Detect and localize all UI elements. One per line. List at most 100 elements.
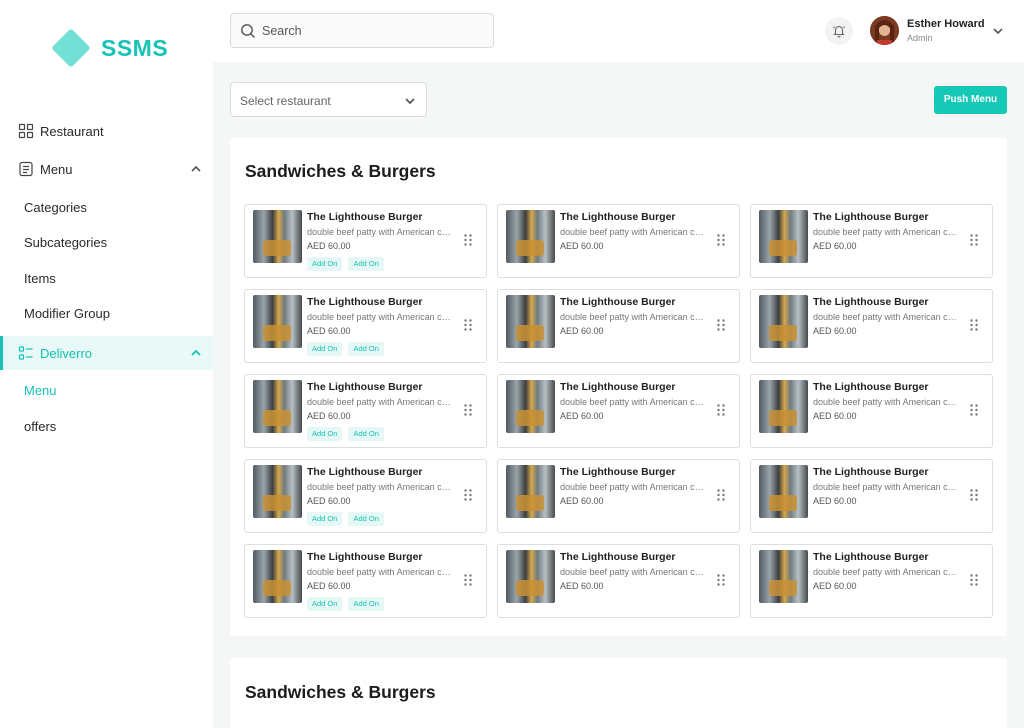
item-description: double beef patty with American cheese xyxy=(307,482,452,492)
menu-item-card[interactable]: The Lighthouse Burger double beef patty … xyxy=(244,374,487,448)
item-price: AED 60.00 xyxy=(307,496,351,506)
menu-item-card[interactable]: The Lighthouse Burger double beef patty … xyxy=(750,544,993,618)
logo-mark-icon xyxy=(51,28,91,68)
add-on-tag[interactable]: Add On xyxy=(348,427,384,441)
drag-handle-icon[interactable] xyxy=(970,404,978,416)
item-price: AED 60.00 xyxy=(307,411,351,421)
sidebar-subitem-items[interactable]: Items xyxy=(24,271,56,286)
add-on-tag[interactable]: Add On xyxy=(307,512,343,526)
list-icon xyxy=(18,346,33,360)
chevron-up-icon[interactable] xyxy=(190,347,202,359)
add-on-tag[interactable]: Add On xyxy=(307,342,343,356)
push-menu-button[interactable]: Push Menu xyxy=(934,86,1007,114)
menu-item-card[interactable]: The Lighthouse Burger double beef patty … xyxy=(497,459,740,533)
item-description: double beef patty with American cheese xyxy=(560,227,705,237)
menu-item-grid: The Lighthouse Burger double beef patty … xyxy=(244,204,993,618)
search-input[interactable]: Search xyxy=(230,13,494,48)
drag-handle-icon[interactable] xyxy=(464,489,472,501)
sidebar-subitem-categories[interactable]: Categories xyxy=(24,200,87,215)
item-title: The Lighthouse Burger xyxy=(560,466,676,478)
menu-section: Sandwiches & Burgers xyxy=(230,658,1007,728)
drag-handle-icon[interactable] xyxy=(464,234,472,246)
avatar[interactable] xyxy=(870,16,899,45)
grid-icon xyxy=(18,123,34,139)
item-title: The Lighthouse Burger xyxy=(560,551,676,563)
drag-handle-icon[interactable] xyxy=(717,234,725,246)
menu-item-card[interactable]: The Lighthouse Burger double beef patty … xyxy=(750,374,993,448)
restaurant-select[interactable]: Select restaurant xyxy=(230,82,427,117)
drag-handle-icon[interactable] xyxy=(970,489,978,501)
logo[interactable]: SSMS xyxy=(51,28,169,68)
item-price: AED 60.00 xyxy=(307,241,351,251)
sidebar-subitem-subcategories[interactable]: Subcategories xyxy=(24,235,107,250)
sidebar-item-label: Menu xyxy=(40,161,73,177)
item-image xyxy=(253,465,302,518)
sidebar-item-restaurant[interactable]: Restaurant xyxy=(0,114,213,148)
add-on-tag[interactable]: Add On xyxy=(348,257,384,271)
chevron-down-icon[interactable] xyxy=(992,25,1004,37)
sidebar-item-label: Deliverro xyxy=(40,345,93,361)
item-image xyxy=(759,295,808,348)
add-on-tag[interactable]: Add On xyxy=(307,427,343,441)
sidebar-item-menu[interactable]: Menu xyxy=(0,152,213,186)
sidebar-subitem-modifier-group[interactable]: Modifier Group xyxy=(24,306,110,321)
menu-item-card[interactable]: The Lighthouse Burger double beef patty … xyxy=(497,374,740,448)
sidebar-item-deliverro[interactable]: Deliverro xyxy=(0,336,213,370)
menu-item-card[interactable]: The Lighthouse Burger double beef patty … xyxy=(244,544,487,618)
item-description: double beef patty with American cheese xyxy=(307,397,452,407)
drag-handle-icon[interactable] xyxy=(464,319,472,331)
chevron-up-icon[interactable] xyxy=(190,163,202,175)
item-tags: Add On Add On xyxy=(307,257,384,271)
active-indicator xyxy=(0,336,3,370)
sidebar-subitem-menu[interactable]: Menu xyxy=(24,383,57,398)
item-description: double beef patty with American cheese xyxy=(813,227,958,237)
item-title: The Lighthouse Burger xyxy=(307,211,423,223)
add-on-tag[interactable]: Add On xyxy=(307,257,343,271)
menu-item-card[interactable]: The Lighthouse Burger double beef patty … xyxy=(497,204,740,278)
item-price: AED 60.00 xyxy=(307,581,351,591)
item-image xyxy=(506,550,555,603)
add-on-tag[interactable]: Add On xyxy=(348,342,384,356)
item-price: AED 60.00 xyxy=(560,581,604,591)
item-image xyxy=(759,550,808,603)
menu-item-card[interactable]: The Lighthouse Burger double beef patty … xyxy=(750,289,993,363)
item-title: The Lighthouse Burger xyxy=(307,551,423,563)
drag-handle-icon[interactable] xyxy=(464,574,472,586)
menu-item-card[interactable]: The Lighthouse Burger double beef patty … xyxy=(750,459,993,533)
drag-handle-icon[interactable] xyxy=(970,319,978,331)
item-image xyxy=(253,380,302,433)
item-description: double beef patty with American cheese xyxy=(307,227,452,237)
sidebar-subitem-offers[interactable]: offers xyxy=(24,419,56,434)
item-image xyxy=(253,210,302,263)
menu-item-card[interactable]: The Lighthouse Burger double beef patty … xyxy=(244,459,487,533)
menu-item-card[interactable]: The Lighthouse Burger double beef patty … xyxy=(244,289,487,363)
add-on-tag[interactable]: Add On xyxy=(348,512,384,526)
item-image xyxy=(759,380,808,433)
item-title: The Lighthouse Burger xyxy=(307,381,423,393)
menu-item-card[interactable]: The Lighthouse Burger double beef patty … xyxy=(750,204,993,278)
avatar-image xyxy=(870,16,899,45)
item-description: double beef patty with American cheese xyxy=(813,397,958,407)
item-image xyxy=(506,295,555,348)
drag-handle-icon[interactable] xyxy=(464,404,472,416)
item-tags: Add On Add On xyxy=(307,512,384,526)
drag-handle-icon[interactable] xyxy=(970,234,978,246)
item-tags: Add On Add On xyxy=(307,427,384,441)
menu-item-card[interactable]: The Lighthouse Burger double beef patty … xyxy=(497,289,740,363)
notification-button[interactable] xyxy=(825,17,853,45)
item-description: double beef patty with American cheese xyxy=(307,312,452,322)
drag-handle-icon[interactable] xyxy=(717,489,725,501)
add-on-tag[interactable]: Add On xyxy=(348,597,384,611)
add-on-tag[interactable]: Add On xyxy=(307,597,343,611)
item-title: The Lighthouse Burger xyxy=(560,211,676,223)
drag-handle-icon[interactable] xyxy=(970,574,978,586)
item-price: AED 60.00 xyxy=(813,581,857,591)
drag-handle-icon[interactable] xyxy=(717,319,725,331)
menu-item-card[interactable]: The Lighthouse Burger double beef patty … xyxy=(244,204,487,278)
menu-item-card[interactable]: The Lighthouse Burger double beef patty … xyxy=(497,544,740,618)
item-price: AED 60.00 xyxy=(813,411,857,421)
item-price: AED 60.00 xyxy=(813,241,857,251)
drag-handle-icon[interactable] xyxy=(717,574,725,586)
logo-text: SSMS xyxy=(101,34,169,61)
drag-handle-icon[interactable] xyxy=(717,404,725,416)
